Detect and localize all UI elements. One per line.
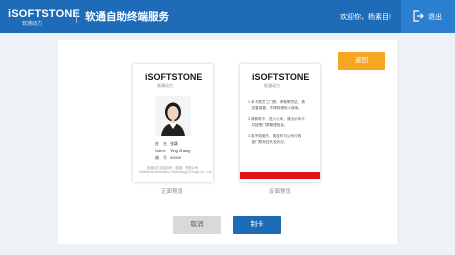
logout-icon xyxy=(413,10,424,22)
card-footer-en: iSoftStone Information Technology (Group… xyxy=(139,170,213,174)
header-divider xyxy=(76,10,77,23)
logout-label: 退出 xyxy=(428,14,442,21)
card-red-stripe xyxy=(240,172,320,179)
welcome-text: 欢迎你，杨素目! xyxy=(340,14,391,21)
field-value-name-cn: 张颖 xyxy=(170,141,178,146)
back-text-line: 3.若不慎遗失，请及时与公司行政 xyxy=(248,134,302,138)
back-button[interactable]: 返回 xyxy=(338,52,385,70)
logo: iSOFTSTONE 软通动力 xyxy=(8,8,80,27)
back-text-line: 1.本卡是员工门禁、考勤等凭证，请 xyxy=(248,100,305,104)
card-back-brand-sub: 软通动力 xyxy=(264,83,280,88)
top-bar: iSOFTSTONE 软通动力 软通自助终端服务 欢迎你，杨素目! 退出 xyxy=(0,0,455,33)
card-back-brand: iSOFTSTONE xyxy=(252,72,310,82)
field-label-number: 编 号 xyxy=(155,155,167,160)
back-text-line: 妥善保管，不得转借他人使用。 xyxy=(248,106,302,110)
employee-photo xyxy=(155,96,191,136)
card-back-preview: iSOFTSTONE 软通动力 1.本卡是员工门禁、考勤等凭证，请 妥善保管，不… xyxy=(240,64,320,182)
back-text-line: 2.请佩带卡，进入公司，请出示本卡 xyxy=(248,117,305,121)
front-preview-caption: 正面预览 xyxy=(161,189,184,195)
back-text-line: 并接受门禁管理验证。 xyxy=(248,123,288,127)
field-label-name-en: Name xyxy=(155,148,166,153)
logo-text: iSOFTSTONE xyxy=(8,8,81,20)
back-preview-caption: 反面预览 xyxy=(269,189,292,195)
cancel-button[interactable]: 取消 xyxy=(173,216,221,234)
card-front-brand: iSOFTSTONE xyxy=(145,72,203,82)
card-front-brand-sub: 软通动力 xyxy=(157,83,173,88)
back-text-line: 部门联系挂失及补办。 xyxy=(248,140,288,144)
field-value-name-en: Ying Zhang xyxy=(170,148,191,153)
card-front-preview: iSOFTSTONE 软通动力 姓 名 张颖 Name Ying Zhang 编… xyxy=(133,64,213,182)
field-label-name-cn: 姓 名 xyxy=(155,141,167,146)
app-title: 软通自助终端服务 xyxy=(85,11,169,23)
logout-button[interactable]: 退出 xyxy=(401,0,455,33)
logo-subtext: 软通动力 xyxy=(22,21,43,27)
main-panel xyxy=(58,40,397,244)
make-card-button[interactable]: 制卡 xyxy=(233,216,281,234)
field-value-number: 00000 xyxy=(170,155,182,160)
